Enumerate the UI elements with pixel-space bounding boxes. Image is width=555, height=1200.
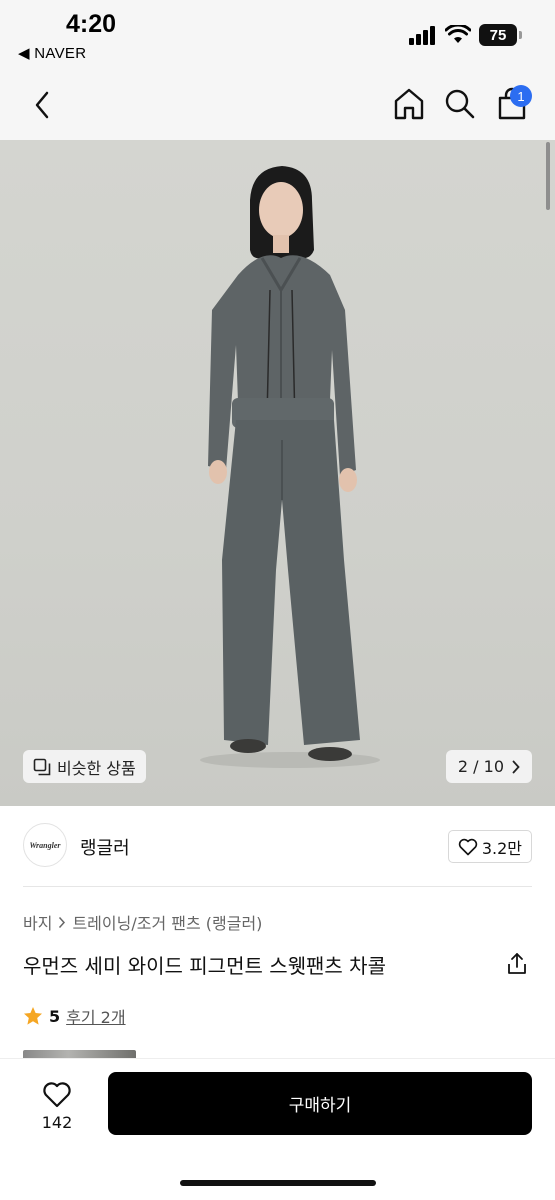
product-image[interactable]: 비슷한 상품 2 / 10 [0, 140, 555, 806]
home-button[interactable] [393, 87, 425, 125]
star-icon [24, 1007, 42, 1025]
page-counter-text: 2 / 10 [457, 757, 504, 776]
rating-score: 5 [49, 1006, 61, 1026]
wifi-icon [445, 25, 471, 43]
search-button[interactable] [444, 87, 476, 125]
image-page-counter[interactable]: 2 / 10 [445, 750, 532, 783]
product-photo [200, 166, 380, 768]
signal-icon [409, 26, 435, 45]
brand-name[interactable]: 랭글러 [80, 834, 130, 860]
battery-level: 75 [489, 26, 507, 44]
brand-row: Wrangler 랭글러 3.2만 [0, 806, 555, 886]
share-icon [508, 953, 526, 974]
divider [23, 886, 532, 887]
battery-tip [519, 31, 522, 39]
nav-bar [0, 72, 555, 140]
brand-like-button[interactable]: 3.2만 [447, 830, 532, 863]
home-indicator [180, 1180, 376, 1186]
wishlist-button[interactable]: 142 [22, 1073, 92, 1139]
status-bar: 4:20 ◀ NAVER 75 [0, 0, 555, 72]
search-icon [445, 89, 475, 119]
product-title: 우먼즈 세미 와이드 피그먼트 스웻팬츠 차콜 [23, 954, 386, 978]
back-arrow-icon [35, 91, 49, 119]
chevron-right-icon [59, 916, 66, 928]
heart-icon [43, 1081, 71, 1107]
back-to-app-link[interactable]: ◀ NAVER [18, 44, 86, 62]
wishlist-count: 142 [41, 1112, 73, 1132]
back-button[interactable] [28, 88, 56, 122]
brand-logo-text: Wrangler [29, 840, 61, 850]
similar-products-label: 비슷한 상품 [57, 758, 136, 778]
heart-icon [458, 838, 478, 855]
cart-count-badge: 1 [510, 85, 532, 107]
similar-products-button[interactable]: 비슷한 상품 [23, 750, 146, 783]
scroll-indicator [546, 142, 550, 210]
brand-logo[interactable]: Wrangler [23, 823, 67, 867]
breadcrumb-item-category[interactable]: 바지 [23, 910, 52, 934]
share-button[interactable] [506, 952, 528, 980]
review-link[interactable]: 후기 2개 [66, 1004, 125, 1028]
status-icons: 75 [409, 24, 522, 46]
buy-button[interactable]: 구매하기 [108, 1072, 532, 1135]
brand-like-count: 3.2만 [481, 838, 522, 858]
chevron-right-icon [512, 760, 520, 773]
similar-icon [33, 758, 51, 775]
bottom-purchase-bar: 142 구매하기 [0, 1058, 555, 1200]
status-time: 4:20 [66, 10, 117, 38]
home-icon [394, 88, 424, 120]
breadcrumb-item-subcategory[interactable]: 트레이닝/조거 팬츠 (랭글러) [72, 910, 262, 934]
rating-summary: 5 후기 2개 [23, 1004, 126, 1028]
breadcrumb: 바지 트레이닝/조거 팬츠 (랭글러) [23, 910, 262, 934]
battery-indicator: 75 [479, 24, 522, 46]
